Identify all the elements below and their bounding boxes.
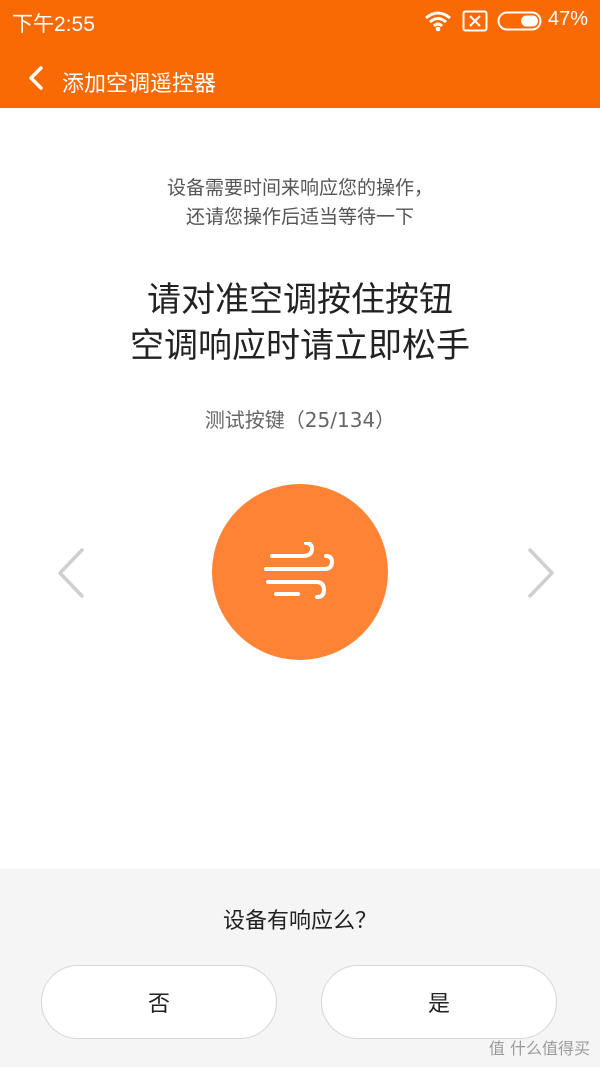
- chevron-right-icon[interactable]: [524, 547, 558, 603]
- response-panel: 设备有响应么？ 否 是 值 什么值得买: [0, 869, 600, 1067]
- chevron-left-icon[interactable]: [54, 547, 88, 603]
- wifi-icon: [424, 10, 452, 36]
- progress-label: 测试按键（25/134）: [204, 408, 396, 432]
- nav-bar: 添加空调遥控器: [0, 44, 600, 108]
- battery-percent: 47%: [548, 8, 589, 30]
- status-bar: 下午2:55 47%: [0, 0, 600, 44]
- instruction-text: 请对准空调按住按钮 空调响应时请立即松手: [0, 277, 600, 369]
- watermark: 值 什么值得买: [488, 1039, 590, 1058]
- battery-icon: [497, 10, 545, 36]
- hint-line-1: 设备需要时间来响应您的操作，: [166, 177, 433, 199]
- status-time: 下午2:55: [12, 13, 95, 36]
- page-title: 添加空调遥控器: [62, 72, 217, 97]
- hint-line-2: 还请您操作后适当等待一下: [185, 206, 414, 228]
- no-button[interactable]: 否: [41, 965, 277, 1039]
- sim-icon: [462, 10, 488, 36]
- hint-text: 设备需要时间来响应您的操作， 还请您操作后适当等待一下: [0, 174, 600, 232]
- response-question: 设备有响应么？: [222, 909, 377, 934]
- instruction-line-1: 请对准空调按住按钮: [147, 280, 453, 320]
- wind-icon: [262, 541, 338, 606]
- yes-button[interactable]: 是: [321, 965, 557, 1039]
- instruction-line-2: 空调响应时请立即松手: [130, 326, 470, 366]
- test-key-button[interactable]: [212, 484, 388, 660]
- chevron-left-icon[interactable]: [26, 66, 46, 94]
